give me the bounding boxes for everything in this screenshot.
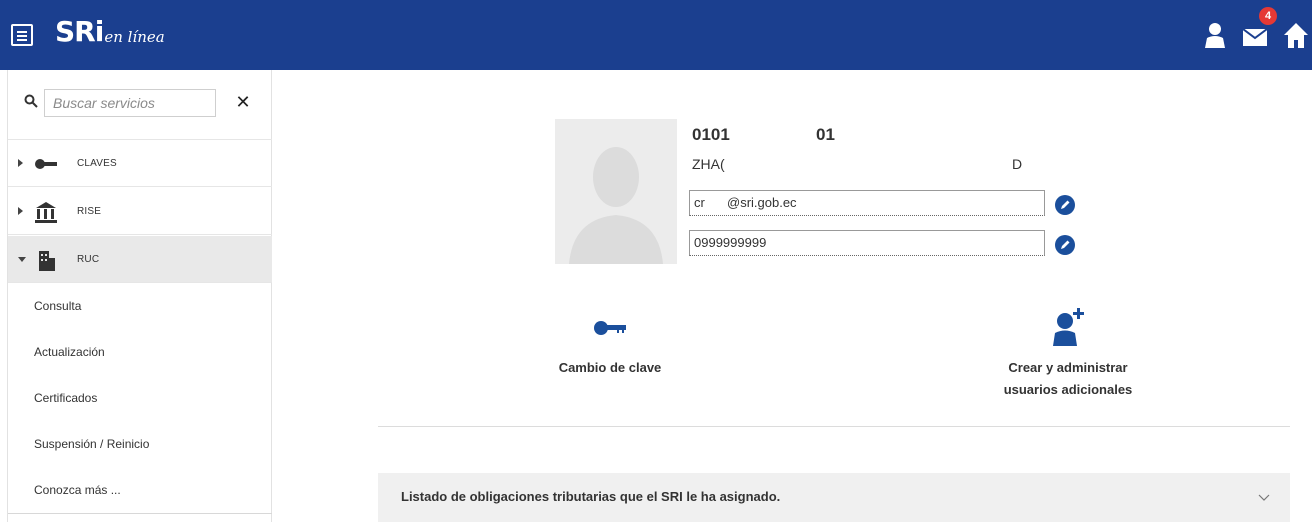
sidebar: ✕ CLAVES RISE RUC Consult — [7, 70, 272, 522]
section-divider — [378, 426, 1290, 427]
search-input[interactable] — [44, 89, 216, 117]
logo-sub-text: en línea — [104, 28, 165, 46]
sri-logo[interactable]: SRi en línea — [55, 17, 165, 47]
change-password-label: Cambio de clave — [558, 360, 662, 375]
submenu-item-label: Actualización — [34, 345, 105, 359]
pencil-icon — [1061, 240, 1070, 249]
submenu-item-suspension[interactable]: Suspensión / Reinicio — [8, 422, 272, 468]
edit-email-button[interactable] — [1055, 195, 1075, 215]
email-field[interactable]: cr @sri.gob.ec — [689, 190, 1045, 216]
submenu-item-label: Certificados — [34, 391, 98, 405]
sidebar-item-rise[interactable]: RISE — [8, 188, 272, 235]
submenu-item-label: Consulta — [34, 299, 82, 313]
menu-icon[interactable] — [11, 24, 33, 46]
sidebar-item-label: RISE — [77, 205, 102, 217]
sidebar-item-label: CLAVES — [77, 157, 117, 169]
avatar — [555, 119, 677, 264]
caret-down-icon — [18, 256, 26, 262]
mail-icon[interactable] — [1243, 26, 1267, 46]
manage-users-action[interactable]: Crear y administrar usuarios adicionales — [978, 306, 1158, 401]
submenu-item-conozca-mas[interactable]: Conozca más ... — [8, 468, 272, 514]
taxpayer-name-prefix: ZHA( — [692, 156, 725, 172]
submenu-item-label: Conozca más ... — [34, 483, 121, 497]
submenu-item-actualizacion[interactable]: Actualización — [8, 330, 272, 376]
top-bar: SRi en línea 4 — [0, 0, 1312, 70]
manage-users-label-line1: Crear y administrar — [1008, 360, 1128, 375]
obligations-title: Listado de obligaciones tributarias que … — [401, 489, 781, 504]
avatar-placeholder-icon — [569, 147, 663, 264]
ruc-number-suffix: 01 — [816, 125, 835, 144]
email-prefix: cr — [694, 195, 705, 210]
manage-users-label-line2: usuarios adicionales — [1003, 382, 1133, 397]
obligations-accordion[interactable]: Listado de obligaciones tributarias que … — [378, 473, 1290, 522]
mail-count-badge[interactable]: 4 — [1259, 7, 1277, 25]
caret-right-icon — [18, 207, 23, 215]
sidebar-item-claves[interactable]: CLAVES — [8, 140, 272, 187]
key-icon — [35, 159, 57, 169]
pencil-icon — [1061, 200, 1070, 209]
edit-phone-button[interactable] — [1055, 235, 1075, 255]
sidebar-item-ruc[interactable]: RUC — [8, 236, 272, 283]
logo-main-text: SRi — [55, 15, 104, 48]
clear-search-button[interactable]: ✕ — [234, 92, 252, 112]
key-icon — [594, 321, 626, 335]
submenu-item-label: Suspensión / Reinicio — [34, 437, 150, 451]
email-domain: @sri.gob.ec — [727, 195, 797, 210]
building-icon — [39, 251, 55, 271]
search-row: ✕ — [8, 70, 272, 140]
chevron-down-icon[interactable] — [1258, 491, 1270, 503]
submenu-item-certificados[interactable]: Certificados — [8, 376, 272, 422]
user-icon[interactable] — [1204, 22, 1226, 48]
caret-right-icon — [18, 159, 23, 167]
taxpayer-name-suffix: D — [1012, 156, 1023, 172]
submenu-item-consulta[interactable]: Consulta — [8, 284, 272, 330]
ruc-number-prefix: 0101 — [692, 125, 730, 144]
change-password-action[interactable]: Cambio de clave — [520, 318, 700, 379]
phone-field[interactable]: 0999999999 — [689, 230, 1045, 256]
search-icon — [24, 94, 38, 108]
top-icons: 4 — [1202, 7, 1312, 54]
home-icon[interactable] — [1284, 22, 1308, 48]
building-bank-icon — [35, 202, 57, 223]
add-user-icon — [1053, 308, 1084, 346]
sidebar-item-label: RUC — [77, 253, 100, 265]
